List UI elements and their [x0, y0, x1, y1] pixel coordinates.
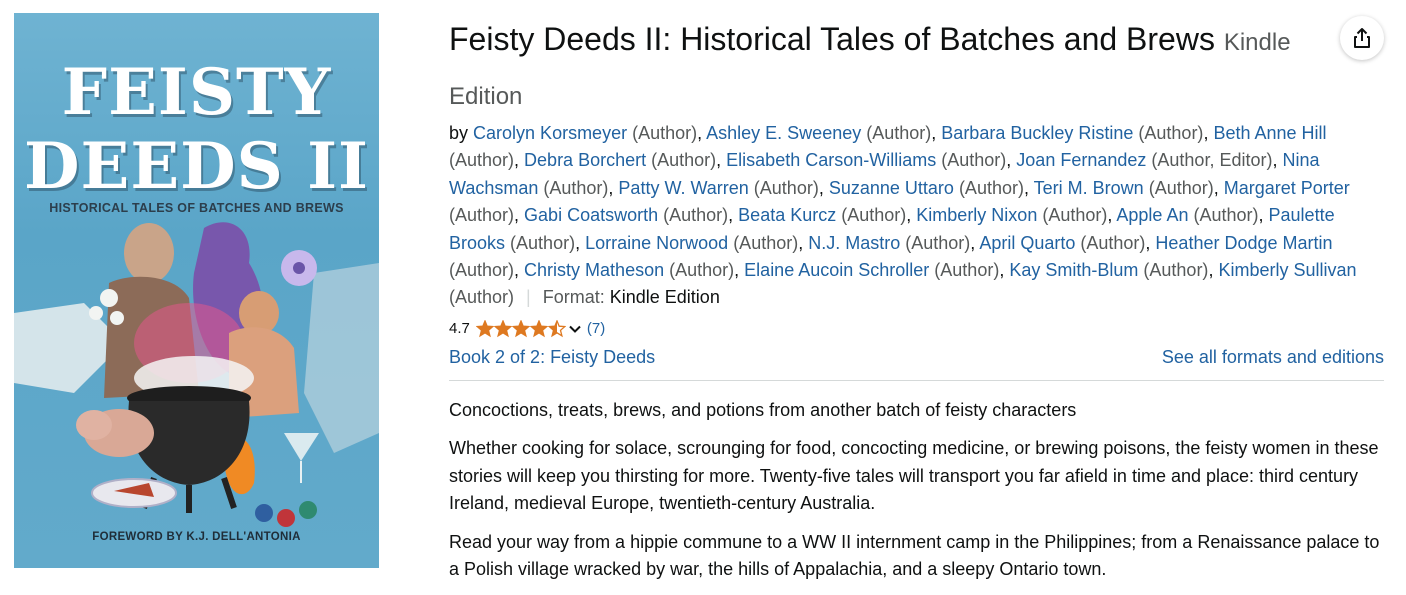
- cover-title-line1: FEISTY: [61, 55, 332, 130]
- chevron-down-icon[interactable]: [567, 321, 583, 337]
- author-role: (Author): [663, 205, 729, 226]
- book-cover-image[interactable]: FEISTY DEEDS II HISTORICAL TALES OF BATC…: [14, 13, 379, 568]
- author-link[interactable]: Lorraine Norwood: [585, 233, 728, 253]
- author-role: (Author): [753, 177, 819, 198]
- description-paragraph: Read your way from a hippie commune to a…: [449, 531, 1380, 580]
- author-role: (Author): [669, 260, 735, 281]
- author-link[interactable]: Christy Matheson: [524, 260, 664, 280]
- author-link[interactable]: Joan Fernandez: [1016, 150, 1146, 170]
- author-role: (Author): [449, 260, 515, 281]
- star-full-icon: [529, 319, 548, 338]
- cover-title-line2: DEEDS II: [24, 129, 369, 204]
- author-link[interactable]: Kay Smith-Blum: [1009, 260, 1138, 280]
- author-role: (Author): [1138, 123, 1204, 143]
- see-all-formats-link[interactable]: See all formats and editions: [1162, 347, 1384, 368]
- product-title: Feisty Deeds II: Historical Tales of Bat…: [449, 14, 1384, 122]
- author-role: (Author): [958, 177, 1024, 198]
- author-role: (Author): [866, 123, 932, 143]
- author-link[interactable]: Ashley E. Sweeney: [706, 123, 861, 143]
- by-label: by: [449, 123, 469, 143]
- author-role: (Author): [449, 287, 515, 308]
- star-full-icon: [493, 319, 512, 338]
- share-button[interactable]: [1340, 16, 1384, 60]
- description-paragraph: Whether cooking for solace, scrounging f…: [449, 438, 1379, 514]
- cover-subtitle: HISTORICAL TALES OF BATCHES AND BREWS: [49, 201, 344, 215]
- author-role: (Author): [934, 260, 1000, 281]
- series-row: Book 2 of 2: Feisty Deeds See all format…: [449, 346, 1384, 381]
- title-row: Feisty Deeds II: Historical Tales of Bat…: [449, 14, 1384, 122]
- author-link[interactable]: Teri M. Brown: [1034, 178, 1144, 198]
- author-role: (Author): [1080, 232, 1146, 253]
- author-role: (Author): [510, 232, 576, 253]
- author-link[interactable]: Debra Borchert: [524, 150, 646, 170]
- author-role: (Author): [1042, 205, 1108, 226]
- rating-value: 4.7: [449, 320, 470, 338]
- star-half-icon: [547, 319, 566, 338]
- byline: by Carolyn Korsmeyer (Author), Ashley E.…: [449, 123, 1357, 308]
- author-role: (Author): [841, 205, 907, 226]
- author-link[interactable]: Margaret Porter: [1224, 178, 1350, 198]
- author-link[interactable]: Carolyn Korsmeyer: [473, 123, 627, 143]
- author-link[interactable]: Elaine Aucoin Schroller: [744, 260, 929, 280]
- author-role: (Author): [632, 123, 698, 143]
- author-role: (Author): [449, 205, 515, 226]
- author-link[interactable]: Beata Kurcz: [738, 205, 836, 225]
- author-link[interactable]: Barbara Buckley Ristine: [941, 123, 1133, 143]
- author-role: (Author): [941, 150, 1007, 171]
- description-paragraph: Concoctions, treats, brews, and potions …: [449, 399, 1077, 420]
- author-link[interactable]: Suzanne Uttaro: [829, 178, 954, 198]
- author-role: (Author, Editor): [1151, 150, 1273, 171]
- book-description: Concoctions, treats, brews, and potions …: [449, 397, 1384, 584]
- author-link[interactable]: Heather Dodge Martin: [1155, 233, 1332, 253]
- author-link[interactable]: Kimberly Sullivan: [1218, 260, 1356, 280]
- author-role: (Author): [651, 150, 717, 171]
- author-role: (Author): [1148, 177, 1214, 198]
- cover-foreword: FOREWORD BY K.J. DELL'ANTONIA: [92, 531, 301, 543]
- author-link[interactable]: Beth Anne Hill: [1213, 123, 1326, 143]
- star-rating[interactable]: [475, 319, 566, 338]
- author-link[interactable]: April Quarto: [979, 233, 1075, 253]
- rating-row: 4.7 (7): [449, 319, 1384, 339]
- star-full-icon: [511, 319, 530, 338]
- byline-separator: |: [526, 287, 531, 308]
- star-full-icon: [475, 319, 494, 338]
- author-role: (Author): [543, 177, 609, 198]
- author-link[interactable]: N.J. Mastro: [808, 233, 900, 253]
- author-role: (Author): [905, 232, 971, 253]
- author-link[interactable]: Gabi Coatsworth: [524, 205, 658, 225]
- product-title-text: Feisty Deeds II: Historical Tales of Bat…: [449, 21, 1215, 57]
- author-role: (Author): [1193, 205, 1259, 226]
- product-details: Feisty Deeds II: Historical Tales of Bat…: [449, 14, 1384, 595]
- author-link[interactable]: Kimberly Nixon: [916, 205, 1037, 225]
- format-value: Kindle Edition: [609, 287, 720, 308]
- author-role: (Author): [733, 232, 799, 253]
- share-icon: [1354, 28, 1370, 48]
- series-link[interactable]: Book 2 of 2: Feisty Deeds: [449, 347, 655, 368]
- author-role: (Author): [1143, 260, 1209, 281]
- author-link[interactable]: Patty W. Warren: [618, 178, 748, 198]
- author-role: (Author): [449, 150, 515, 171]
- format-label: Format:: [542, 287, 605, 308]
- ratings-count-link[interactable]: (7): [587, 320, 605, 337]
- author-link[interactable]: Elisabeth Carson-Williams: [726, 150, 936, 170]
- author-link[interactable]: Apple An: [1116, 205, 1188, 225]
